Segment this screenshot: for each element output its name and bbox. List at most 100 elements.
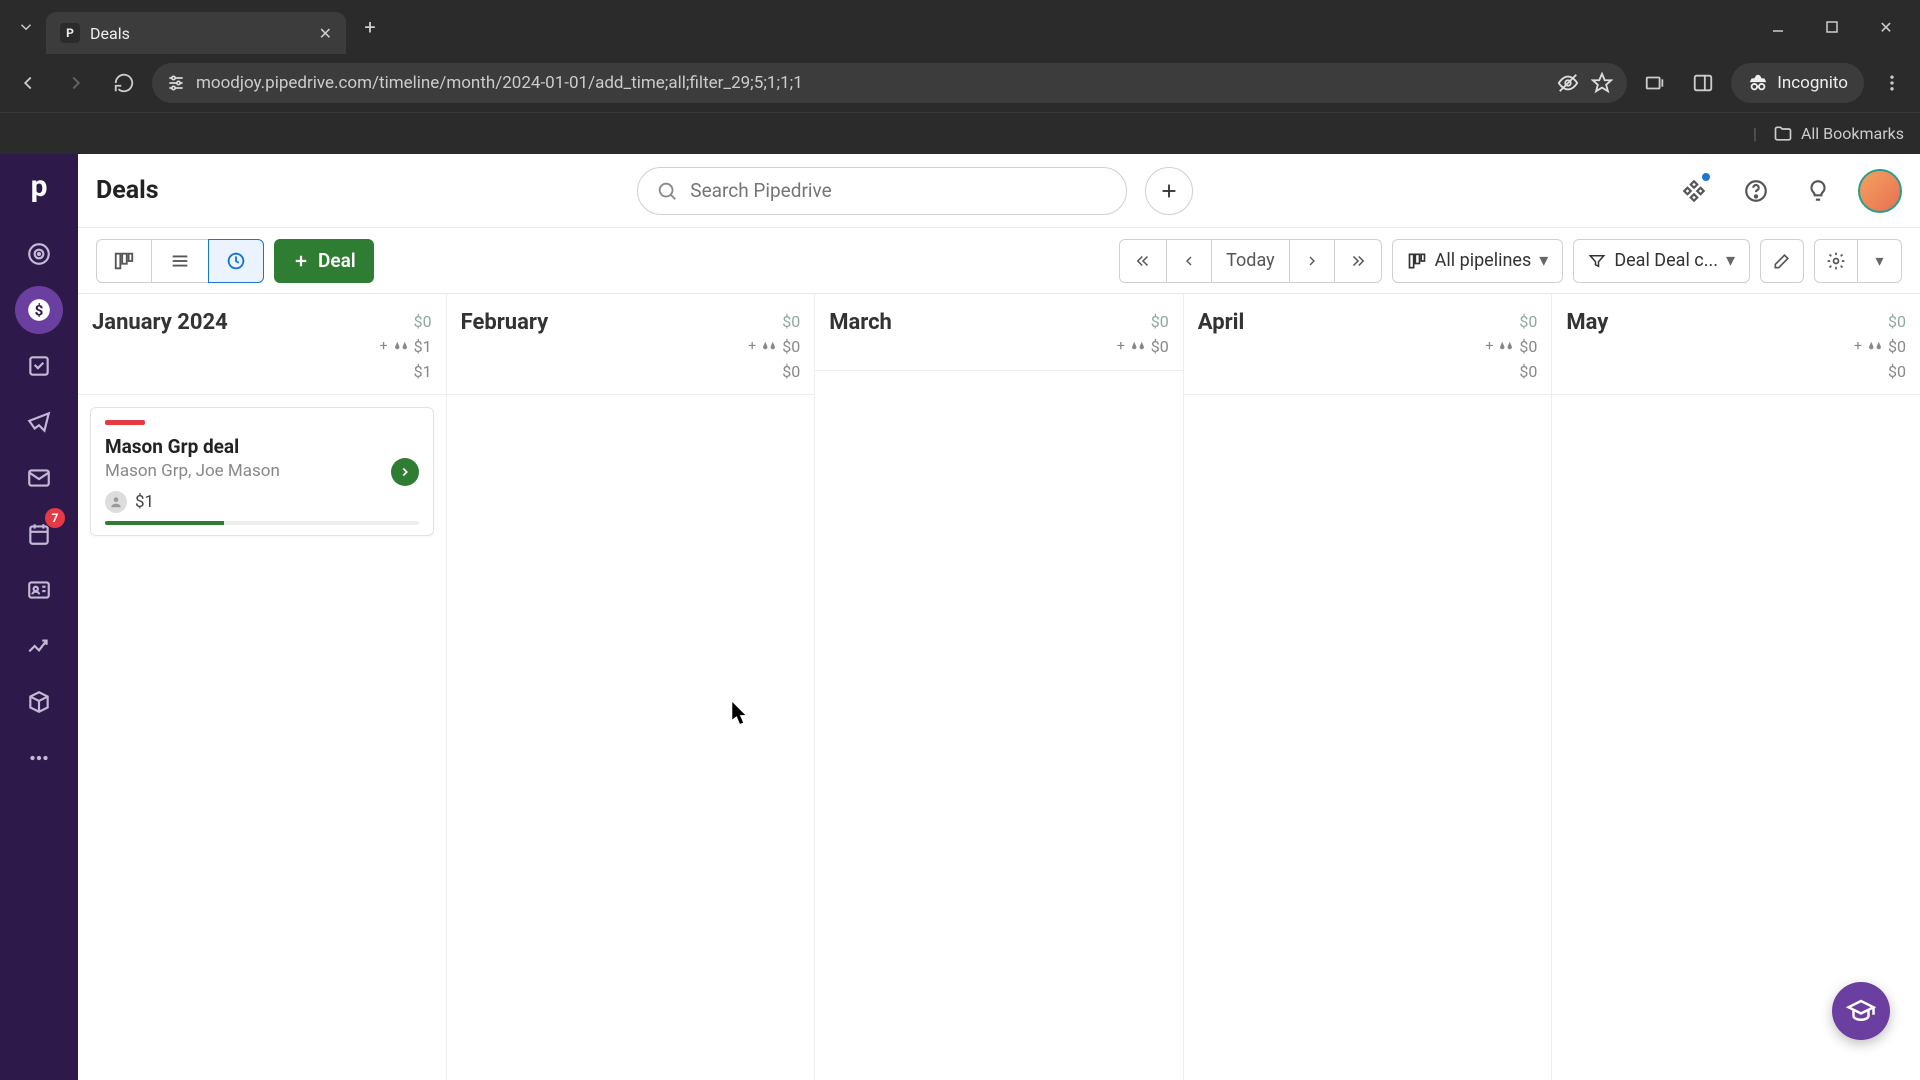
sidebar-item-insights[interactable]: [15, 622, 63, 670]
sidebar-item-mail[interactable]: [15, 454, 63, 502]
deal-status-stripe: [105, 420, 145, 425]
deals-area[interactable]: Mason Grp deal Mason Grp, Joe Mason $1: [78, 395, 446, 1080]
month-open-total: $0: [1117, 310, 1169, 335]
app-root: p $ 7 Deals: [0, 154, 1920, 1080]
user-avatar[interactable]: [1858, 169, 1902, 213]
new-tab-button[interactable]: +: [352, 9, 388, 45]
pipeline-view-button[interactable]: [96, 239, 152, 283]
settings-button[interactable]: [1814, 239, 1858, 283]
bookmarks-bar: | All Bookmarks: [0, 112, 1920, 154]
add-deal-label: Deal: [318, 249, 356, 272]
quick-add-button[interactable]: [1145, 167, 1193, 215]
bookmark-star-icon[interactable]: [1591, 72, 1613, 94]
all-bookmarks-link[interactable]: All Bookmarks: [1801, 124, 1904, 143]
sidebar-item-activities[interactable]: 7: [15, 510, 63, 558]
month-name: April: [1198, 310, 1245, 335]
forecast-view-button[interactable]: [208, 239, 264, 283]
back-button[interactable]: [8, 63, 48, 103]
tab-search-dropdown[interactable]: [6, 7, 46, 47]
sidebar-item-leads[interactable]: [15, 230, 63, 278]
tips-icon[interactable]: [1796, 169, 1840, 213]
jump-forward-button[interactable]: [1335, 239, 1382, 283]
month-won-total: $1: [380, 360, 432, 385]
list-view-button[interactable]: [152, 239, 208, 283]
browser-tab[interactable]: P Deals ✕: [46, 12, 346, 54]
incognito-indicator[interactable]: Incognito: [1731, 63, 1864, 103]
chevron-down-icon: ▾: [1539, 250, 1548, 271]
deal-subtitle: Mason Grp, Joe Mason: [105, 461, 419, 481]
edit-button[interactable]: [1760, 239, 1804, 283]
deal-progress: [105, 521, 419, 525]
close-tab-button[interactable]: ✕: [319, 24, 332, 43]
month-weighted-total: +$1: [380, 335, 432, 360]
marketplace-icon[interactable]: [1672, 169, 1716, 213]
month-column-march: March $0 +$0: [815, 294, 1184, 1080]
sidebar-item-deals[interactable]: $: [15, 286, 63, 334]
app-logo[interactable]: p: [17, 164, 61, 208]
month-weighted-total: +$0: [748, 335, 800, 360]
filter-icon: [1588, 252, 1606, 270]
month-weighted-total: +$0: [1117, 335, 1169, 360]
month-open-total: $0: [1485, 310, 1537, 335]
browser-menu-button[interactable]: [1872, 63, 1912, 103]
deal-card[interactable]: Mason Grp deal Mason Grp, Joe Mason $1: [90, 407, 434, 536]
deals-area[interactable]: [447, 395, 815, 1080]
prev-button[interactable]: [1167, 239, 1212, 283]
notification-dot: [1702, 173, 1710, 181]
month-won-total: $0: [748, 360, 800, 385]
month-name: May: [1566, 310, 1608, 335]
deal-amount: $1: [135, 492, 154, 512]
month-weighted-total: +$0: [1485, 335, 1537, 360]
search-box[interactable]: [637, 167, 1127, 215]
reload-button[interactable]: [104, 63, 144, 103]
month-column-february: February $0 +$0 $0: [447, 294, 816, 1080]
month-open-total: $0: [380, 310, 432, 335]
sidebar-item-contacts[interactable]: [15, 566, 63, 614]
filter-selector[interactable]: Deal Deal c... ▾: [1573, 239, 1750, 283]
month-header: February $0 +$0 $0: [447, 294, 815, 395]
view-switcher: [96, 239, 264, 283]
jump-back-button[interactable]: [1119, 239, 1167, 283]
sidebar-item-more[interactable]: [15, 734, 63, 782]
filter-label: Deal Deal c...: [1614, 250, 1718, 271]
forward-button[interactable]: [56, 63, 96, 103]
academy-fab[interactable]: [1832, 982, 1890, 1040]
eye-off-icon[interactable]: [1557, 72, 1579, 94]
maximize-button[interactable]: [1808, 7, 1856, 47]
month-column-april: April $0 +$0 $0: [1184, 294, 1553, 1080]
search-input[interactable]: [690, 179, 1108, 202]
activities-badge: 7: [45, 508, 65, 528]
minimize-button[interactable]: [1754, 7, 1802, 47]
deals-area[interactable]: [1552, 395, 1920, 1080]
month-column-may: May $0 +$0 $0: [1552, 294, 1920, 1080]
deals-area[interactable]: [815, 371, 1183, 1080]
media-control-icon[interactable]: [1635, 63, 1675, 103]
deal-title: Mason Grp deal: [105, 435, 419, 458]
today-button[interactable]: Today: [1212, 239, 1289, 283]
sidebar-item-projects[interactable]: [15, 342, 63, 390]
main-content: Deals Dea: [78, 154, 1920, 1080]
url-bar[interactable]: moodjoy.pipedrive.com/timeline/month/202…: [152, 63, 1627, 103]
sidebar: p $ 7: [0, 154, 78, 1080]
sidebar-item-products[interactable]: [15, 678, 63, 726]
pipeline-icon: [1407, 251, 1427, 271]
close-window-button[interactable]: ✕: [1862, 7, 1910, 47]
add-deal-button[interactable]: Deal: [274, 239, 374, 283]
tab-title: Deals: [90, 24, 309, 43]
window-controls: ✕: [1754, 7, 1914, 47]
site-settings-icon[interactable]: [166, 73, 186, 93]
date-navigator: Today: [1119, 239, 1381, 283]
deal-open-button[interactable]: [391, 458, 419, 486]
sidepanel-icon[interactable]: [1683, 63, 1723, 103]
deals-toolbar: Deal Today All pipelines ▾ Deal Deal c..…: [78, 228, 1920, 294]
tab-favicon: P: [60, 23, 80, 43]
next-button[interactable]: [1290, 239, 1335, 283]
month-weighted-total: +$0: [1854, 335, 1906, 360]
month-column-january: January 2024 $0 +$1 $1 Mason Grp deal Ma…: [78, 294, 447, 1080]
app-header: Deals: [78, 154, 1920, 228]
settings-dropdown-button[interactable]: ▾: [1858, 239, 1902, 283]
help-icon[interactable]: [1734, 169, 1778, 213]
sidebar-item-campaigns[interactable]: [15, 398, 63, 446]
pipeline-selector[interactable]: All pipelines ▾: [1392, 239, 1564, 283]
deals-area[interactable]: [1184, 395, 1552, 1080]
